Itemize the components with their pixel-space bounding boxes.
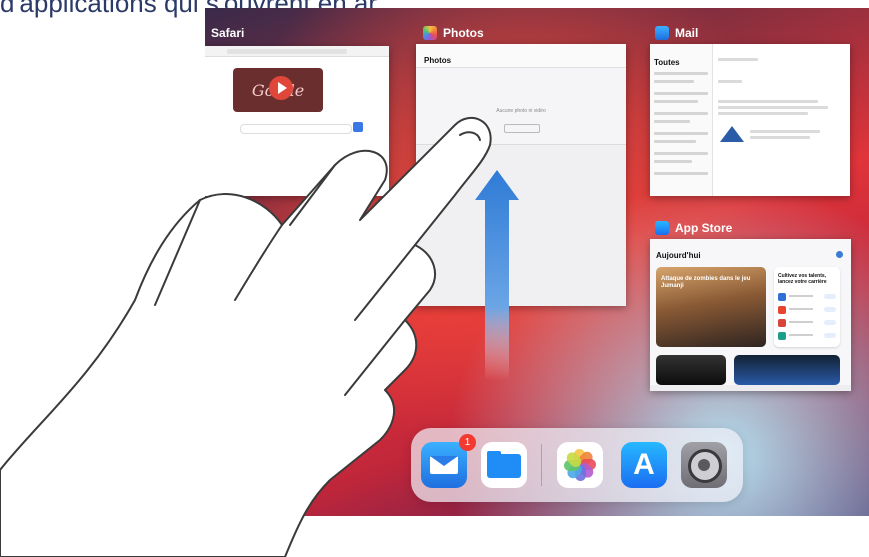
message-line (718, 58, 758, 61)
photos-empty-button (504, 124, 540, 133)
sender-logo (720, 126, 744, 142)
safari-card-title: Safari (211, 26, 244, 40)
list-item (654, 132, 708, 135)
mail-card[interactable]: Toutes (650, 44, 850, 196)
app-list-title: Cultivez vos talents, lancez votre carri… (778, 273, 827, 285)
photos-sheet (416, 144, 626, 306)
message-line (718, 112, 808, 115)
safari-address-bar (205, 46, 389, 57)
photos-empty-text: Aucune photo ni vidéo (496, 108, 546, 114)
list-item (654, 160, 692, 163)
list-item (654, 100, 698, 103)
appstore-header: Aujourd'hui (656, 251, 701, 260)
avatar (836, 251, 843, 258)
list-item (654, 92, 708, 95)
tab-bar (650, 385, 851, 391)
url-field (227, 49, 347, 54)
photos-card[interactable]: Photos Aucune photo ni vidéo (416, 44, 626, 306)
featured-story: Attaque de zombies dans le jeu Jumanji (656, 267, 766, 347)
photos-icon (423, 26, 437, 40)
dock-files-icon[interactable] (481, 442, 527, 488)
appstore-title-label: App Store (675, 221, 733, 235)
dock: 1 A (411, 428, 743, 502)
search-input (240, 124, 352, 134)
app-row (778, 306, 836, 316)
photos-card-title: Photos (423, 26, 484, 40)
ipad-screen: Safari Go gle Photos Photos Aucune photo… (205, 8, 869, 516)
safari-title-label: Safari (211, 26, 245, 40)
dock-mail-icon[interactable] (421, 442, 467, 488)
featured-story-title: Attaque de zombies dans le jeu Jumanji (661, 276, 751, 289)
dock-divider (541, 444, 542, 486)
mail-badge: 1 (459, 434, 476, 451)
play-icon (269, 76, 293, 100)
message-line (750, 136, 810, 139)
dock-app-store-icon[interactable]: A (621, 442, 667, 488)
story-card (734, 355, 840, 385)
mail-list-title: Toutes (654, 58, 680, 67)
list-item (654, 120, 690, 123)
app-row (778, 332, 836, 342)
list-item (654, 172, 708, 175)
mail-card-title: Mail (655, 26, 698, 40)
message-line (718, 80, 742, 83)
mail-list: Toutes (650, 44, 713, 196)
app-list-card: Cultivez vos talents, lancez votre carri… (774, 267, 840, 347)
list-item (654, 72, 708, 75)
photos-header: Photos (416, 44, 626, 68)
photos-title-label: Photos (443, 26, 484, 40)
google-doodle: Go gle (233, 68, 323, 112)
list-item (654, 112, 708, 115)
message-line (750, 130, 820, 133)
message-line (718, 100, 818, 103)
appstore-card-title: App Store (655, 221, 732, 235)
app-store-icon (655, 221, 669, 235)
message-line (718, 106, 828, 109)
list-item (654, 140, 696, 143)
story-card (656, 355, 726, 385)
envelope-icon (655, 26, 669, 40)
dock-photos-icon[interactable] (557, 442, 603, 488)
dock-settings-icon[interactable] (681, 442, 727, 488)
appstore-card[interactable]: Aujourd'hui Attaque de zombies dans le j… (650, 239, 851, 391)
app-row (778, 293, 836, 303)
list-item (654, 152, 708, 155)
search-button (353, 122, 363, 132)
list-item (654, 80, 694, 83)
safari-card[interactable]: Go gle (205, 46, 389, 196)
app-row (778, 319, 836, 329)
mail-title-label: Mail (675, 26, 699, 40)
